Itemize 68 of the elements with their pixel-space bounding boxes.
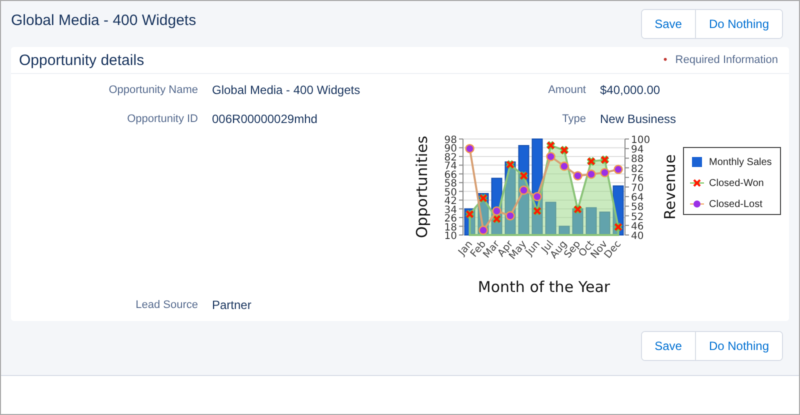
- dot-marker: [506, 211, 515, 220]
- bar: [586, 207, 597, 236]
- field-value: Global Media - 400 Widgets: [212, 83, 362, 97]
- square-icon: [690, 156, 704, 168]
- tick-label: 94: [631, 144, 644, 156]
- required-note: Required Information: [675, 54, 778, 66]
- tick-label: 10: [444, 231, 457, 242]
- page-title: Global Media - 400 Widgets: [11, 12, 196, 29]
- tick-label: 70: [631, 183, 644, 194]
- cross-marker: [492, 214, 502, 224]
- dot-marker: [546, 152, 556, 162]
- bar: [599, 212, 610, 236]
- field-value: 006R00000029mhd: [212, 112, 318, 126]
- dot-marker: [586, 170, 596, 179]
- dot-marker: [478, 226, 488, 235]
- cross-icon: [690, 177, 704, 189]
- field-label: Lead Source: [134, 299, 198, 311]
- field-value: New Business: [600, 112, 678, 126]
- axis-title: Opportunities: [413, 136, 431, 238]
- tick-label: Dec: [602, 238, 624, 261]
- tick-label: 46: [631, 221, 644, 232]
- card-title: Opportunity details: [19, 52, 144, 68]
- bar: [612, 185, 624, 236]
- dot-marker: [532, 192, 542, 202]
- dot-marker: [519, 186, 528, 195]
- tick-label: 100: [631, 135, 650, 146]
- tick-label: 64: [631, 192, 644, 204]
- tick-label: 40: [631, 231, 644, 242]
- cross-marker: [478, 193, 488, 204]
- tick-label: 52: [631, 212, 644, 223]
- field-label: Amount: [547, 84, 586, 96]
- bar: [558, 226, 570, 236]
- dot-icon: [690, 198, 704, 210]
- field-label: Type: [561, 113, 586, 125]
- cross-marker: [546, 140, 556, 150]
- cross-marker: [532, 206, 542, 216]
- legend-label: Monthly Sales: [709, 156, 772, 168]
- tick-label: 88: [631, 154, 644, 166]
- axis-title: Month of the Year: [478, 278, 610, 296]
- dot-marker: [492, 206, 502, 216]
- field-label: Opportunity Name: [108, 84, 198, 96]
- action-button[interactable]: Do Nothing: [694, 10, 782, 38]
- dot-marker: [573, 171, 582, 180]
- cross-marker: [613, 222, 624, 232]
- field-value: $40,000.00: [600, 83, 662, 97]
- legend-label: Closed-Won: [709, 178, 764, 188]
- field-label: Opportunity ID: [126, 113, 198, 125]
- dot-marker: [560, 162, 569, 171]
- cross-marker: [600, 154, 610, 165]
- cross-marker: [464, 209, 475, 220]
- tick-label: 76: [631, 173, 644, 184]
- dot-marker: [614, 164, 623, 174]
- tick-label: 82: [631, 164, 644, 175]
- dot-marker: [600, 168, 610, 178]
- field-value: Partner: [212, 298, 252, 312]
- action-button[interactable]: Do Nothing: [694, 332, 782, 360]
- bar: [545, 202, 556, 236]
- tick-label: 58: [631, 202, 644, 214]
- tick-label: Jun: [524, 238, 543, 258]
- cross-marker: [518, 170, 529, 181]
- dot-marker: [465, 144, 474, 154]
- cross-marker: [559, 145, 570, 156]
- cross-marker: [572, 204, 583, 214]
- axis-title: Revenue: [661, 154, 679, 220]
- cross-marker: [586, 156, 596, 166]
- required-mark: •: [663, 54, 668, 66]
- cross-marker: [505, 160, 516, 170]
- legend-label: Closed-Lost: [709, 198, 762, 210]
